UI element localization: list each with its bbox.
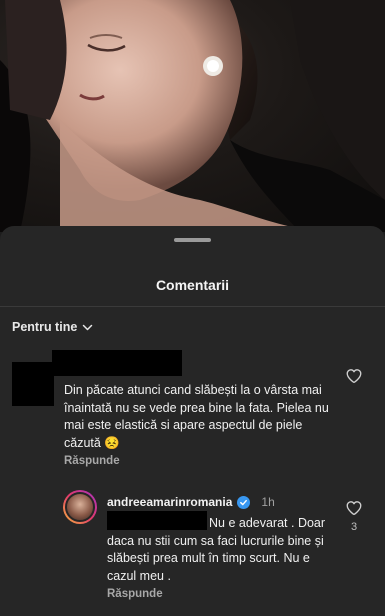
reply-username[interactable]: andreeamarinromania xyxy=(107,495,232,509)
chevron-down-icon xyxy=(83,324,93,330)
sheet-grabber[interactable] xyxy=(174,238,211,242)
reply-reply-button[interactable]: Răspunde xyxy=(107,588,163,600)
heart-icon[interactable] xyxy=(345,367,363,385)
commenter-name-redacted[interactable] xyxy=(52,350,182,376)
reply-avatar[interactable] xyxy=(63,490,97,524)
verified-badge-icon xyxy=(237,495,251,509)
reply-like-count[interactable]: 3 xyxy=(345,521,363,533)
woman-portrait-image xyxy=(0,0,385,232)
sheet-title: Comentarii xyxy=(155,277,230,293)
divider xyxy=(0,306,385,307)
reply-timestamp: 1h xyxy=(261,495,275,509)
comment-text: Din păcate atunci cand slăbești la o vâr… xyxy=(64,383,329,450)
heart-icon[interactable] xyxy=(345,499,363,517)
checkmark-icon xyxy=(240,499,248,505)
avatar-photo xyxy=(65,492,95,522)
reply-header: andreeamarinromania 1h xyxy=(107,495,275,509)
sort-filter-button[interactable]: Pentru tine xyxy=(12,320,93,334)
comments-sheet: Comentarii Pentru tine Din păcate atunci… xyxy=(0,226,385,616)
reply-text-block: Nu e adevarat . Doar daca nu stii cum sa… xyxy=(107,515,332,585)
commenter-avatar-redacted[interactable] xyxy=(12,362,54,406)
post-photo xyxy=(0,0,385,232)
filter-label: Pentru tine xyxy=(12,320,78,334)
reply-text: Nu e adevarat . Doar daca nu stii cum sa… xyxy=(107,516,326,583)
comment-reply-button[interactable]: Răspunde xyxy=(64,455,120,467)
